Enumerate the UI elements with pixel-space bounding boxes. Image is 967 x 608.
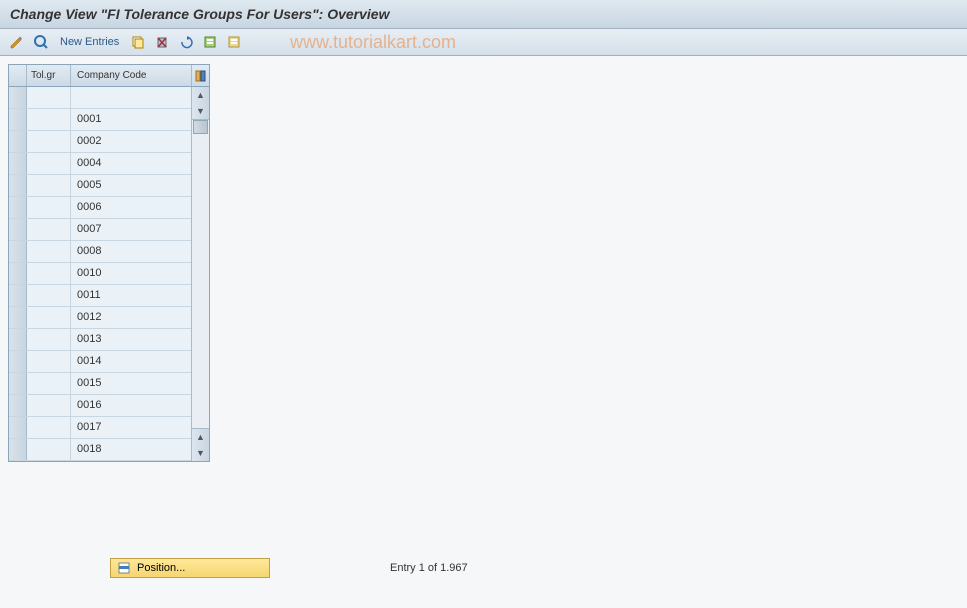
table-row[interactable]: 0018 (9, 439, 191, 461)
table-row[interactable]: 0017 (9, 417, 191, 439)
scroll-thumb[interactable] (193, 120, 208, 134)
table-settings-icon[interactable] (191, 65, 209, 86)
table-row[interactable]: 0014 (9, 351, 191, 373)
table-row[interactable]: 0006 (9, 197, 191, 219)
table-header-row: Tol.gr Company Code (9, 65, 209, 87)
select-all-column-header[interactable] (9, 65, 27, 86)
footer-bar: Position... Entry 1 of 1.967 (0, 558, 967, 578)
deselect-all-icon[interactable] (225, 33, 243, 51)
column-header-tolerance-group[interactable]: Tol.gr (27, 65, 71, 86)
table-row[interactable]: 0010 (9, 263, 191, 285)
entry-count-text: Entry 1 of 1.967 (390, 562, 468, 574)
table-row[interactable]: 0005 (9, 175, 191, 197)
toggle-display-change-icon[interactable] (8, 33, 26, 51)
table-row[interactable] (9, 87, 191, 109)
table-row[interactable]: 0004 (9, 153, 191, 175)
scroll-down-icon[interactable]: ▼ (193, 103, 209, 119)
scroll-track[interactable] (192, 119, 209, 429)
column-header-company-code[interactable]: Company Code (71, 65, 191, 86)
table-row[interactable]: 0016 (9, 395, 191, 417)
vertical-scrollbar[interactable]: ▲ ▼ ▲ ▼ (191, 87, 209, 461)
new-entries-button[interactable]: New Entries (56, 36, 123, 48)
table-row[interactable]: 0002 (9, 131, 191, 153)
table-row[interactable]: 0008 (9, 241, 191, 263)
scroll-down-page-icon[interactable]: ▼ (193, 445, 209, 461)
position-button[interactable]: Position... (110, 558, 270, 578)
table-row[interactable]: 0015 (9, 373, 191, 395)
copy-as-icon[interactable] (129, 33, 147, 51)
tolerance-table: Tol.gr Company Code 0001 0002 0004 0005 … (8, 64, 210, 462)
table-row[interactable]: 0012 (9, 307, 191, 329)
position-icon (117, 561, 131, 575)
position-button-label: Position... (137, 562, 185, 574)
details-icon[interactable] (32, 33, 50, 51)
content-area: Tol.gr Company Code 0001 0002 0004 0005 … (0, 56, 967, 470)
page-title: Change View "FI Tolerance Groups For Use… (0, 0, 967, 29)
watermark-text: www.tutorialkart.com (290, 32, 456, 53)
scroll-up-page-icon[interactable]: ▲ (193, 429, 209, 445)
table-body: 0001 0002 0004 0005 0006 0007 0008 0010 … (9, 87, 191, 461)
table-row[interactable]: 0001 (9, 109, 191, 131)
select-all-icon[interactable] (201, 33, 219, 51)
delete-icon[interactable] (153, 33, 171, 51)
scroll-up-icon[interactable]: ▲ (193, 87, 209, 103)
application-toolbar: New Entries www.tutorialkart.com (0, 29, 967, 56)
table-row[interactable]: 0011 (9, 285, 191, 307)
table-row[interactable]: 0007 (9, 219, 191, 241)
undo-change-icon[interactable] (177, 33, 195, 51)
table-row[interactable]: 0013 (9, 329, 191, 351)
